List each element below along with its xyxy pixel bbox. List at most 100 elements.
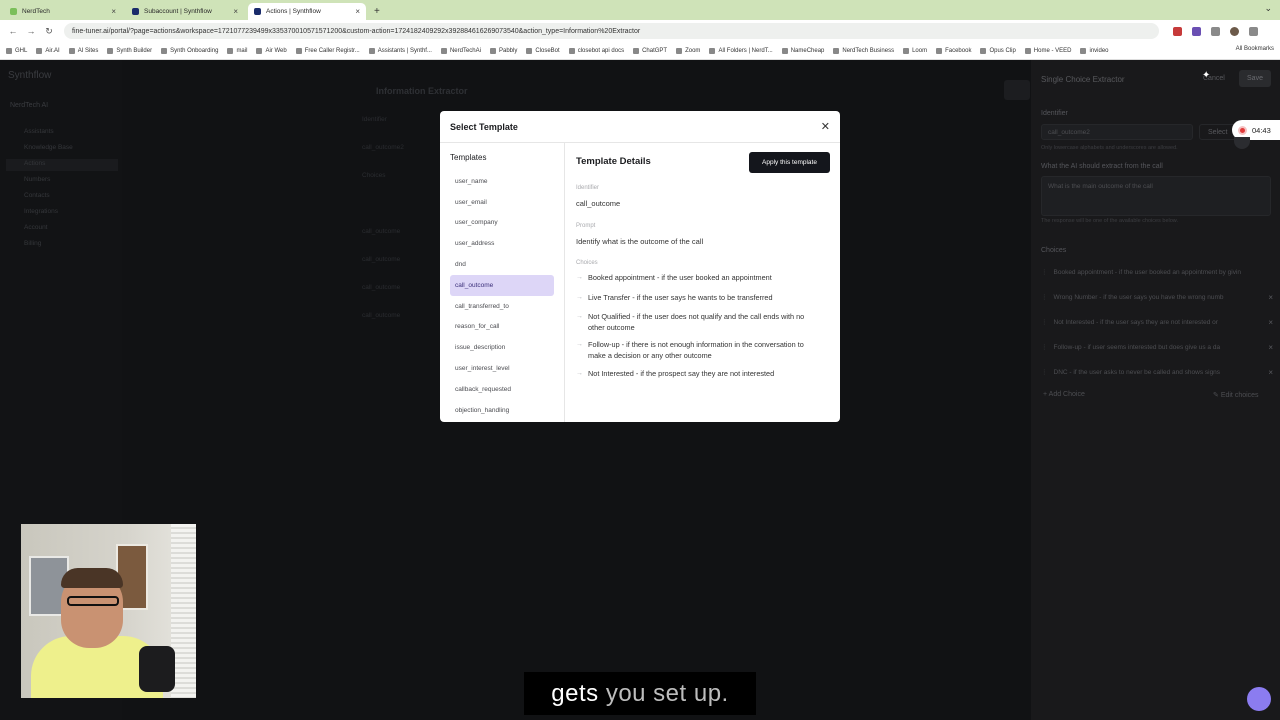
browser-tab-subaccount[interactable]: Subaccount | Synthflow × <box>126 3 244 20</box>
edit-choices-button[interactable]: ✎ Edit choices <box>1213 391 1259 399</box>
question-textarea[interactable]: What is the main outcome of the call <box>1041 176 1271 216</box>
sidebar-item[interactable]: Assistants <box>24 128 73 144</box>
template-item[interactable]: dnd <box>450 254 554 275</box>
sidebar-item[interactable]: Actions <box>24 160 73 176</box>
bookmark-item[interactable]: NerdTechAi <box>440 47 481 54</box>
bookmark-item[interactable]: closebot api docs <box>568 47 624 54</box>
bookmark-item[interactable]: Pabbly <box>489 47 518 54</box>
sidebar-item[interactable]: Billing <box>24 240 73 256</box>
bookmark-favicon-icon <box>368 47 375 54</box>
tab-search-chevron-icon[interactable]: ⌄ <box>1264 3 1272 14</box>
browser-tab-actions[interactable]: Actions | Synthflow × <box>248 3 366 20</box>
bookmark-label: Air Web <box>265 47 287 54</box>
bookmark-item[interactable]: Opus Clip <box>980 47 1016 54</box>
apply-template-button[interactable]: Apply this template <box>749 152 830 173</box>
bookmark-item[interactable]: ChatGPT <box>633 47 667 54</box>
template-list: Templates user_name user_email user_compan… <box>440 143 565 422</box>
choice-row[interactable]: ⋮ Follow-up - if user seems interested bu… <box>1041 337 1273 357</box>
template-item[interactable]: objection_handling <box>450 400 554 421</box>
drag-handle-icon[interactable]: ⋮ <box>1041 368 1048 376</box>
choice-row[interactable]: ⋮ Booked appointment - if the user booked… <box>1041 262 1273 282</box>
bookmark-item[interactable]: Air.AI <box>36 47 60 54</box>
browser-tab-nerdtech[interactable]: NerdTech × <box>4 3 122 20</box>
tab-close-icon[interactable]: × <box>233 7 238 16</box>
panel-title: Single Choice Extractor <box>1041 75 1125 84</box>
sidebar-item[interactable]: Knowledge Base <box>24 144 73 160</box>
puzzle-extensions-icon[interactable] <box>1211 26 1220 36</box>
bookmark-item[interactable]: invideo <box>1080 47 1109 54</box>
bookmark-item[interactable]: Air Web <box>256 47 287 54</box>
background-action-button[interactable] <box>1004 80 1030 100</box>
template-item[interactable]: user_address <box>450 233 554 254</box>
add-choice-button[interactable]: + Add Choice <box>1043 391 1085 398</box>
drag-handle-icon[interactable]: ⋮ <box>1041 343 1048 351</box>
back-arrow-icon[interactable]: ← <box>8 26 18 36</box>
chat-widget-icon[interactable] <box>1247 687 1271 711</box>
identifier-input[interactable]: call_outcome2 <box>1041 124 1193 140</box>
bookmark-item[interactable]: Facebook <box>936 47 971 54</box>
bookmark-item[interactable]: Loom <box>903 47 927 54</box>
synthflow-favicon-icon <box>132 8 139 15</box>
template-choice-text: Not Interested - if the prospect say the… <box>588 369 775 378</box>
bookmark-item[interactable]: GHL <box>6 47 27 54</box>
tab-close-icon[interactable]: × <box>355 7 360 16</box>
extension-icon[interactable] <box>1192 26 1201 36</box>
address-bar-row: ← → ↻ fine-tuner.ai/portal/?page=actions… <box>0 20 1280 42</box>
remove-choice-icon[interactable]: × <box>1268 368 1273 377</box>
tab-close-icon[interactable]: × <box>111 7 116 16</box>
bookmark-item[interactable]: Synth Builder <box>107 47 152 54</box>
remove-choice-icon[interactable]: × <box>1268 293 1273 302</box>
save-button[interactable]: Save <box>1239 70 1271 87</box>
bookmark-item[interactable]: Assistants | Synthf... <box>368 47 432 54</box>
template-item[interactable]: call_outcome <box>450 274 554 296</box>
bookmark-item[interactable]: NerdTech Business <box>833 47 894 54</box>
drag-handle-icon[interactable]: ⋮ <box>1041 293 1048 301</box>
bookmark-item[interactable]: Zoom <box>676 47 700 54</box>
bookmark-item[interactable]: CloseBot <box>526 47 560 54</box>
bookmark-item[interactable]: Free Caller Registr... <box>295 47 360 54</box>
template-item[interactable]: user_email <box>450 192 554 213</box>
modal-header: Select Template ✕ <box>440 111 840 143</box>
kebab-menu-icon[interactable] <box>1249 26 1258 36</box>
template-item[interactable]: user_interest_level <box>450 358 554 379</box>
reload-icon[interactable]: ↻ <box>44 26 54 37</box>
sidebar-item[interactable]: Integrations <box>24 208 73 224</box>
extension-icon[interactable] <box>1173 26 1182 36</box>
template-item[interactable]: issue_description <box>450 337 554 358</box>
choice-row[interactable]: ⋮ DNC - if the user asks to never be call… <box>1041 362 1273 382</box>
new-tab-button[interactable]: + <box>374 3 380 20</box>
bookmark-item[interactable]: Home - VEED <box>1024 47 1071 54</box>
sidebar-item[interactable]: Numbers <box>24 176 73 192</box>
template-item[interactable]: callback_requested <box>450 379 554 400</box>
profile-avatar-icon[interactable] <box>1230 26 1239 36</box>
forward-arrow-icon[interactable]: → <box>26 26 36 36</box>
tab-title: Subaccount | Synthflow <box>144 8 212 15</box>
question-label: What the AI should extract from the call <box>1041 163 1163 170</box>
bookmark-item[interactable]: AI Sites <box>68 47 98 54</box>
bookmark-item[interactable]: NameCheap <box>781 47 824 54</box>
url-field[interactable]: fine-tuner.ai/portal/?page=actions&works… <box>64 23 1159 39</box>
template-item[interactable]: call_transferred_to <box>450 296 554 317</box>
sidebar-item[interactable]: Contacts <box>24 192 73 208</box>
drag-handle-icon[interactable]: ⋮ <box>1041 318 1048 326</box>
template-choice: → Live Transfer - if the user says he wan… <box>576 292 821 303</box>
remove-choice-icon[interactable]: × <box>1268 318 1273 327</box>
choice-row[interactable]: ⋮ Wrong Number - if the user says you hav… <box>1041 287 1273 307</box>
question-hint: The response will be one of the availabl… <box>1041 218 1178 224</box>
bookmark-item[interactable]: Synth Onboarding <box>161 47 218 54</box>
bookmark-favicon-icon <box>709 47 716 54</box>
sidebar-item[interactable]: Account <box>24 224 73 240</box>
choice-row[interactable]: ⋮ Not Interested - if the user says they … <box>1041 312 1273 332</box>
template-item[interactable]: reason_for_call <box>450 317 554 338</box>
bookmark-label: Pabbly <box>498 47 518 54</box>
workspace-selector[interactable]: NerdTech AI <box>10 102 48 109</box>
drag-handle-icon[interactable]: ⋮ <box>1041 268 1048 276</box>
remove-choice-icon[interactable]: × <box>1268 343 1273 352</box>
bookmark-item[interactable]: mail <box>227 47 247 54</box>
bookmark-item[interactable]: All Folders | NerdT... <box>709 47 773 54</box>
template-item[interactable]: user_company <box>450 213 554 234</box>
template-item[interactable]: user_name <box>450 171 554 192</box>
all-bookmarks-button[interactable]: All Bookmarks <box>1236 46 1274 52</box>
close-icon[interactable]: ✕ <box>821 120 830 133</box>
list-item: call_outcome2 <box>362 144 404 151</box>
